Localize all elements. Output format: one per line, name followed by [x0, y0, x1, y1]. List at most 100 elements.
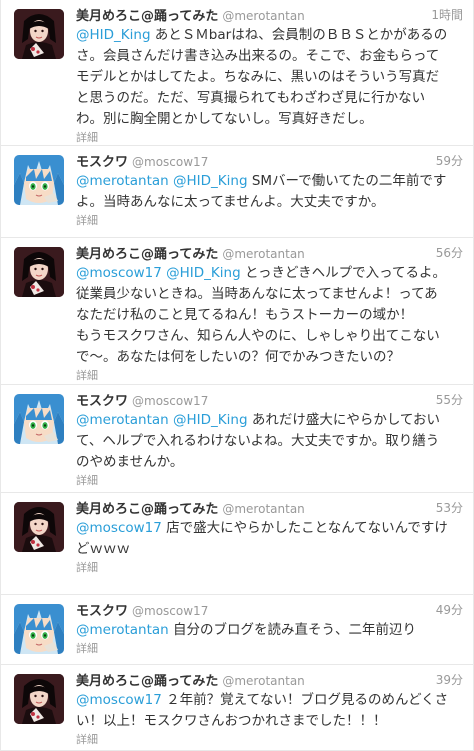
tweet-text-line: どｗｗｗ — [76, 539, 459, 560]
tweet-text-line: さ。会員さんだけ書き込み出来るの。そこで、お金もらって — [76, 46, 459, 67]
details-link[interactable]: 詳細 — [76, 641, 463, 657]
user-name[interactable]: 美月めろこ@踊ってみた — [76, 502, 218, 517]
tweet-text-line: @merotantan @HID_King SMバーで働いてたの二年前です — [76, 171, 459, 192]
tweet-text-line: @moscow17 店で盛大にやらかしたことなんてないんですけ — [76, 518, 459, 539]
merotantan-avatar[interactable] — [14, 502, 64, 552]
tweet-text-segment: と思うのだ。ただ、写真撮られてもわざわざ見に行かない — [76, 90, 426, 106]
details-link[interactable]: 詳細 — [76, 368, 463, 384]
tweet-text-segment: なただけ私のこと見てるねん！もうストーカーの域か！ — [76, 307, 414, 323]
tweet-timestamp[interactable]: 1時間 — [431, 6, 463, 24]
tweet-text: @merotantan 自分のブログを読み直そう、二年前辺り — [76, 620, 459, 641]
mention-link[interactable]: @HID_King — [173, 173, 248, 189]
user-name[interactable]: モスクワ — [76, 394, 128, 409]
tweet-text-line: なただけ私のこと見てるねん！もうストーカーの域か！ — [76, 305, 459, 326]
tweet-text-segment: 自分のブログを読み直そう、二年前辺り — [168, 622, 417, 638]
mention-link[interactable]: @moscow17 — [76, 520, 162, 536]
timeline: 美月めろこ@踊ってみた @merotantan 1時間 @HID_King あとＳＭb… — [0, 0, 474, 751]
tweet-text-line: で〜。あなたは何をしたいの？何でかみつきたいの？ — [76, 347, 459, 368]
tweet-text: @merotantan @HID_King あれだけ盛大にやらかしておいて、ヘル… — [76, 410, 459, 473]
tweet-text-line: モデルとかはしてたよ。ちなみに、黒いのはそういう写真だ — [76, 67, 459, 88]
tweet-text-segment: モデルとかはしてたよ。ちなみに、黒いのはそういう写真だ — [76, 69, 440, 85]
user-name[interactable]: モスクワ — [76, 155, 128, 170]
tweet-timestamp[interactable]: 55分 — [436, 391, 463, 409]
tweet-header: 美月めろこ@踊ってみた @merotantan 39分 — [76, 671, 463, 689]
merotantan-avatar[interactable] — [14, 674, 64, 724]
mention-link[interactable]: @merotantan — [76, 622, 169, 638]
moscow17-avatar[interactable] — [14, 604, 64, 654]
tweet-text-segment: さ。会員さんだけ書き込み出来るの。そこで、お金もらって — [76, 48, 440, 64]
tweet-text-line: @merotantan 自分のブログを読み直そう、二年前辺り — [76, 620, 459, 641]
user-name[interactable]: 美月めろこ@踊ってみた — [76, 9, 218, 24]
tweet-text-line: 従業員少ないときね。当時あんなに太ってませんよ！ってあ — [76, 284, 459, 305]
user-handle[interactable]: @merotantan — [222, 9, 304, 23]
moscow17-avatar[interactable] — [14, 394, 64, 444]
mention-link[interactable]: @merotantan — [76, 412, 169, 428]
tweet-text-segment: とっきどきヘルプで入ってるよ。 — [240, 265, 446, 281]
details-link[interactable]: 詳細 — [76, 213, 463, 229]
tweet-text-line: て、ヘルプで入れるわけないよね。大丈夫ですか。取り繕う — [76, 431, 459, 452]
user-handle[interactable]: @moscow17 — [132, 155, 208, 169]
tweet-text-segment: よ。当時あんなに太ってませんよ。大丈夫ですか。 — [76, 194, 385, 210]
details-link[interactable]: 詳細 — [76, 560, 463, 576]
mention-link[interactable]: @HID_King — [76, 27, 151, 43]
tweet-header: モスクワ @moscow17 59分 — [76, 152, 463, 170]
user-handle[interactable]: @moscow17 — [132, 604, 208, 618]
tweet[interactable]: モスクワ @moscow17 55分 @merotantan @HID_King あれ… — [1, 385, 473, 493]
mention-link[interactable]: @HID_King — [166, 265, 241, 281]
user-name[interactable]: 美月めろこ@踊ってみた — [76, 674, 218, 689]
tweet-text-segment: ２年前？覚えてない！ブログ見るのめんどくさ — [161, 692, 449, 708]
tweet-text-segment: い！以上！モスクワさんおつかれさまでした！！！ — [76, 713, 387, 729]
user-handle[interactable]: @merotantan — [222, 502, 304, 516]
tweet-timestamp[interactable]: 49分 — [436, 601, 463, 619]
user-name[interactable]: 美月めろこ@踊ってみた — [76, 247, 218, 262]
details-link[interactable]: 詳細 — [76, 732, 463, 748]
tweet-text-line: のやめませんか。 — [76, 452, 459, 473]
tweet-text-segment: で〜。あなたは何をしたいの？何でかみつきたいの？ — [76, 349, 400, 365]
tweet-text-line: @merotantan @HID_King あれだけ盛大にやらかしておい — [76, 410, 459, 431]
tweet-text-line: わ。別に胸全開とかしてないし。写真好きだし。 — [76, 109, 459, 130]
tweet-text-segment: 従業員少ないときね。当時あんなに太ってませんよ！ってあ — [76, 286, 438, 302]
tweet-text: @moscow17 店で盛大にやらかしたことなんてないんですけどｗｗｗ — [76, 518, 459, 560]
tweet-text: @moscow17 ２年前？覚えてない！ブログ見るのめんどくさい！以上！モスクワ… — [76, 690, 459, 732]
tweet-text-segment: SMバーで働いてたの二年前です — [247, 173, 447, 189]
tweet-timestamp[interactable]: 59分 — [436, 152, 463, 170]
tweet-text-segment: て、ヘルプで入れるわけないよね。大丈夫ですか。取り繕う — [76, 433, 440, 449]
tweet[interactable]: 美月めろこ@踊ってみた @merotantan 56分 @moscow17 @HID_… — [1, 238, 473, 385]
tweet[interactable]: 美月めろこ@踊ってみた @merotantan 53分 @moscow17 店で盛大に… — [1, 493, 473, 595]
mention-link[interactable]: @moscow17 — [76, 265, 162, 281]
tweet-header: モスクワ @moscow17 55分 — [76, 391, 463, 409]
user-name[interactable]: モスクワ — [76, 604, 128, 619]
mention-link[interactable]: @merotantan — [76, 173, 169, 189]
details-link[interactable]: 詳細 — [76, 130, 463, 146]
tweet-text: @merotantan @HID_King SMバーで働いてたの二年前ですよ。当… — [76, 171, 459, 213]
tweet-header: 美月めろこ@踊ってみた @merotantan 1時間 — [76, 6, 463, 24]
tweet[interactable]: 美月めろこ@踊ってみた @merotantan 1時間 @HID_King あとＳＭb… — [1, 0, 473, 146]
tweet[interactable]: モスクワ @moscow17 49分 @merotantan 自分のブログを読み直そう… — [1, 595, 473, 665]
tweet-text-segment: どｗｗｗ — [76, 541, 130, 557]
tweet-text-line: よ。当時あんなに太ってませんよ。大丈夫ですか。 — [76, 192, 459, 213]
merotantan-avatar[interactable] — [14, 247, 64, 297]
tweet-text-line: @moscow17 ２年前？覚えてない！ブログ見るのめんどくさ — [76, 690, 459, 711]
mention-link[interactable]: @HID_King — [173, 412, 248, 428]
tweet-timestamp[interactable]: 39分 — [436, 671, 463, 689]
user-handle[interactable]: @moscow17 — [132, 394, 208, 408]
mention-link[interactable]: @moscow17 — [76, 692, 162, 708]
tweet-text-segment: のやめませんか。 — [76, 454, 184, 470]
tweet[interactable]: モスクワ @moscow17 59分 @merotantan @HID_King SM… — [1, 146, 473, 238]
tweet-header: 美月めろこ@踊ってみた @merotantan 53分 — [76, 499, 463, 517]
tweet-text-line: もうモスクワさん、知らん人やのに、しゃしゃり出てこない — [76, 326, 459, 347]
user-handle[interactable]: @merotantan — [222, 247, 304, 261]
tweet-text-line: @HID_King あとＳＭbarはね、会員制のＢＢＳとかがあるの — [76, 25, 459, 46]
tweet-text-line: と思うのだ。ただ、写真撮られてもわざわざ見に行かない — [76, 88, 459, 109]
user-handle[interactable]: @merotantan — [222, 674, 304, 688]
tweet-timestamp[interactable]: 56分 — [436, 244, 463, 262]
merotantan-avatar[interactable] — [14, 9, 64, 59]
moscow17-avatar[interactable] — [14, 155, 64, 205]
tweet-text-segment: もうモスクワさん、知らん人やのに、しゃしゃり出てこない — [76, 328, 440, 344]
tweet-text-line: い！以上！モスクワさんおつかれさまでした！！！ — [76, 711, 459, 732]
tweet-timestamp[interactable]: 53分 — [436, 499, 463, 517]
tweet-text-line: @moscow17 @HID_King とっきどきヘルプで入ってるよ。 — [76, 263, 459, 284]
tweet-text: @moscow17 @HID_King とっきどきヘルプで入ってるよ。従業員少な… — [76, 263, 459, 368]
tweet[interactable]: 美月めろこ@踊ってみた @merotantan 39分 @moscow17 ２年前？覚… — [1, 665, 473, 751]
details-link[interactable]: 詳細 — [76, 473, 463, 489]
